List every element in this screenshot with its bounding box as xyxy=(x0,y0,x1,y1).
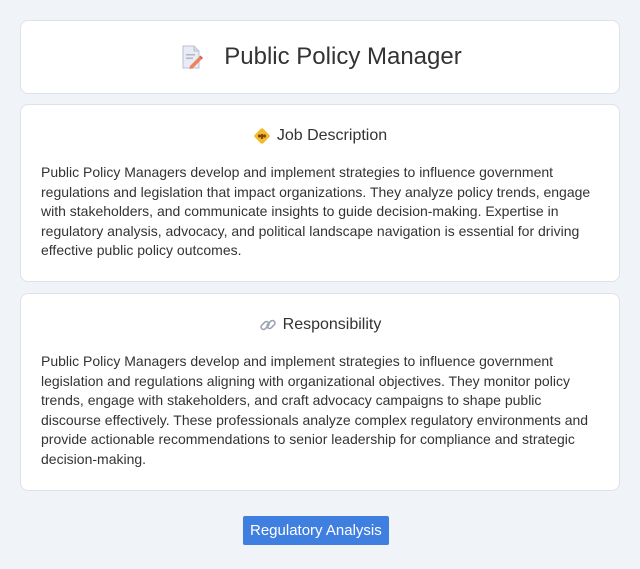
job-description-card: Job Description Public Policy Managers d… xyxy=(20,104,620,282)
responsibility-text: Public Policy Managers develop and imple… xyxy=(41,353,589,467)
responsibility-title: Responsibility xyxy=(282,316,382,333)
responsibility-heading: Responsibility xyxy=(41,316,599,334)
diamond-badge-icon xyxy=(253,127,271,145)
job-description-heading: Job Description xyxy=(41,127,599,145)
document-edit-icon xyxy=(178,44,204,70)
title-card: Public Policy Manager xyxy=(20,20,620,94)
job-description-text: Public Policy Managers develop and imple… xyxy=(41,164,591,259)
page-title: Public Policy Manager xyxy=(224,43,462,70)
regulatory-analysis-button[interactable]: Regulatory Analysis xyxy=(243,516,389,545)
title-row: Public Policy Manager xyxy=(178,43,462,71)
responsibility-card: Responsibility Public Policy Managers de… xyxy=(20,293,620,491)
job-description-title: Job Description xyxy=(276,127,388,144)
link-icon xyxy=(259,316,277,334)
